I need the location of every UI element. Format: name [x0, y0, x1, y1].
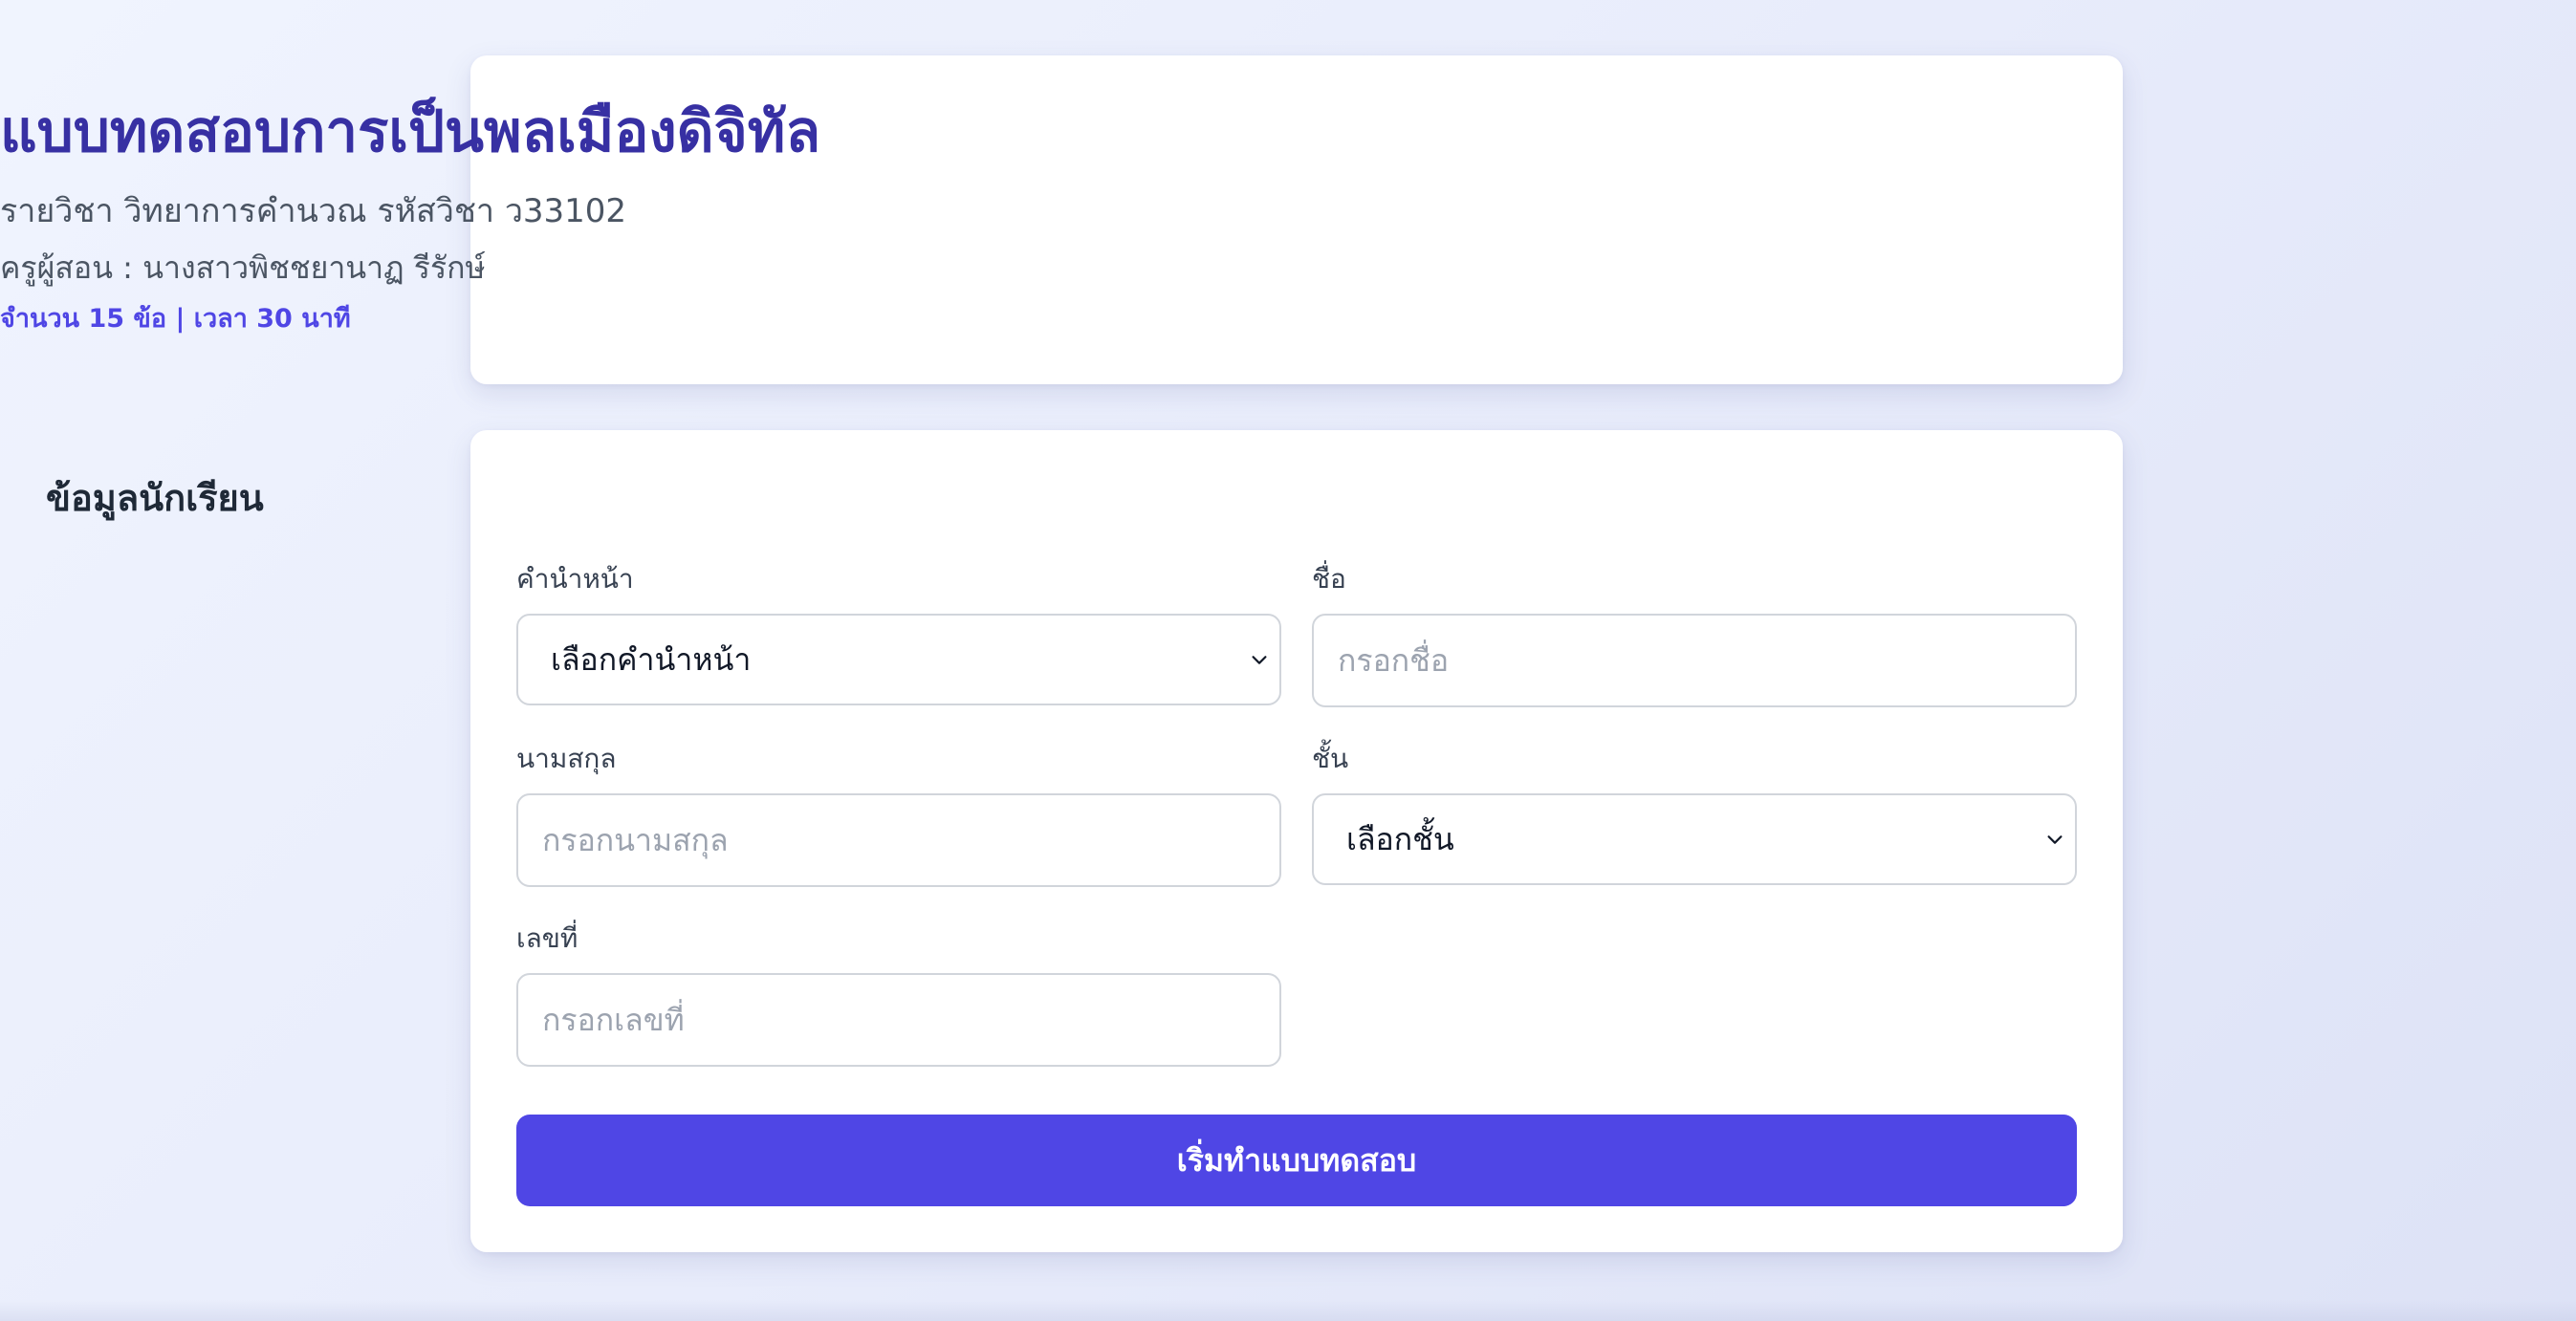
chevron-down-icon	[2047, 835, 2063, 844]
last-name-input[interactable]: กรอกนามสกุล	[516, 793, 1281, 887]
prefix-select-value: เลือกคำนำหน้า	[551, 640, 752, 678]
teacher-line: ครูผู้สอน : นางสาวพิชชยานาฏ รีรักษ์	[0, 249, 486, 286]
bottom-shade	[0, 1300, 2576, 1321]
last-name-placeholder: กรอกนามสกุล	[542, 821, 729, 858]
start-quiz-button[interactable]: เริ่มทำแบบทดสอบ	[516, 1115, 2077, 1206]
chevron-down-icon	[1252, 656, 1267, 664]
grade-select[interactable]: เลือกชั้น	[1312, 793, 2077, 885]
grade-label: ชั้น	[1312, 743, 1349, 774]
prefix-label: คำนำหน้า	[516, 563, 634, 595]
quiz-meta: จำนวน 15 ข้อ | เวลา 30 นาที	[0, 304, 351, 334]
section-title: ข้อมูลนักเรียน	[46, 477, 264, 519]
grade-select-value: เลือกชั้น	[1346, 820, 1454, 857]
first-name-input[interactable]: กรอกชื่อ	[1312, 614, 2077, 707]
last-name-label: นามสกุล	[516, 743, 617, 774]
number-placeholder: กรอกเลขที่	[542, 1001, 685, 1038]
course-subtitle: รายวิชา วิทยาการคำนวณ รหัสวิชา ว33102	[0, 192, 627, 230]
page-title: แบบทดสอบการเป็นพลเมืองดิจิทัล	[0, 98, 821, 165]
first-name-placeholder: กรอกชื่อ	[1338, 641, 1450, 679]
first-name-label: ชื่อ	[1312, 563, 1346, 595]
number-label: เลขที่	[516, 922, 579, 954]
prefix-select[interactable]: เลือกคำนำหน้า	[516, 614, 1281, 705]
number-input[interactable]: กรอกเลขที่	[516, 973, 1281, 1067]
